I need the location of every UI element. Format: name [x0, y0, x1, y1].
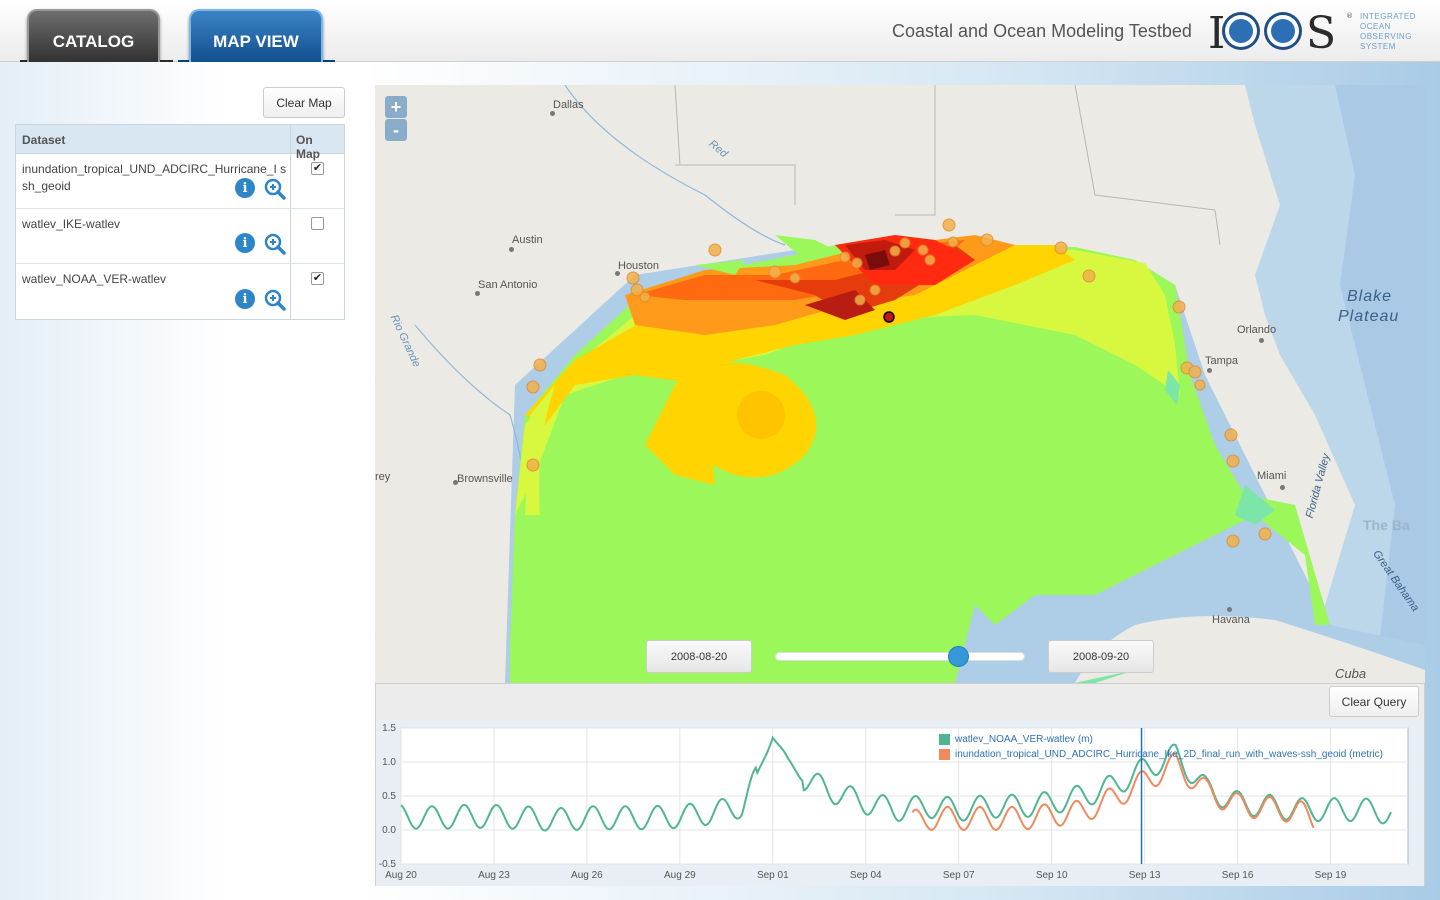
on-map-checkbox[interactable]: ✔ — [311, 162, 324, 175]
x-tick-label: Aug 29 — [664, 870, 696, 881]
svg-text:®: ® — [1346, 12, 1353, 20]
site-title: Coastal and Ocean Modeling Testbed — [892, 21, 1192, 41]
dataset-name: watlev_IKE-watlev — [22, 217, 121, 231]
info-icon[interactable]: i — [235, 233, 255, 253]
map-view[interactable]: + - Dallas Red Austin Houston San Antoni… — [375, 85, 1425, 683]
x-tick-label: Sep 19 — [1315, 870, 1347, 881]
tab-catalog[interactable]: CATALOG — [27, 9, 160, 67]
time-end-box[interactable]: 2008-09-20 — [1048, 640, 1154, 673]
map-label-plateau: Plateau — [1338, 308, 1400, 325]
map-label-dallas: Dallas — [553, 99, 584, 111]
x-tick-label: Sep 04 — [850, 870, 882, 881]
map-canvas — [414, 85, 1425, 683]
map-label-san-antonio: San Antonio — [478, 279, 538, 291]
y-tick-label: 0.5 — [382, 791, 396, 802]
map-label-the-bahamas: The Ba — [1363, 517, 1410, 533]
zoom-in-button[interactable]: + — [385, 96, 407, 118]
zoom-out-button[interactable]: - — [385, 119, 407, 141]
city-dot — [550, 111, 555, 116]
column-header-dataset[interactable]: Dataset — [16, 125, 291, 153]
map-label-blake: Blake — [1347, 288, 1393, 305]
on-map-checkbox[interactable]: ✔ — [311, 272, 324, 285]
city-dot — [475, 291, 480, 296]
map-label-brownsville: Brownsville — [457, 473, 513, 485]
info-icon[interactable]: i — [235, 289, 255, 309]
legend-label: inundation_tropical_UND_ADCIRC_Hurricane… — [955, 749, 1383, 760]
dataset-table-header: Dataset On Map — [16, 125, 344, 161]
city-dot — [509, 247, 514, 252]
y-tick-label: 1.5 — [382, 723, 396, 734]
ioos-logo-text: INTEGRATED OCEAN OBSERVING SYSTEM — [1360, 12, 1416, 51]
map-label-cuba: Cuba — [1335, 666, 1367, 681]
dataset-row: watlev_IKE-watlev i — [16, 209, 344, 264]
info-icon[interactable]: i — [235, 178, 255, 198]
y-tick-label: 1.0 — [382, 757, 396, 768]
clear-query-button[interactable]: Clear Query — [1329, 686, 1419, 717]
dataset-table: Dataset On Map inundation_tropical_UND_A… — [15, 124, 345, 320]
y-tick-label: -0.5 — [379, 859, 397, 870]
x-tick-label: Sep 07 — [943, 870, 975, 881]
clear-map-button[interactable]: Clear Map — [263, 87, 345, 118]
legend-swatch — [939, 734, 950, 745]
tab-map-view[interactable]: MAP VIEW — [189, 9, 323, 67]
dataset-name: watlev_NOAA_VER-watlev — [22, 272, 167, 286]
svg-text:S: S — [1306, 8, 1336, 54]
timeseries-chart: Aug 20 Aug 23 Aug 26 Aug 29 Sep 01 Sep 04 Sep … — [376, 720, 1424, 886]
x-tick-label: Aug 26 — [571, 870, 603, 881]
x-tick-label: Sep 10 — [1036, 870, 1068, 881]
time-start-box[interactable]: 2008-08-20 — [646, 640, 752, 673]
time-slider-track[interactable] — [775, 652, 1025, 661]
x-tick-label: Sep 13 — [1129, 870, 1161, 881]
x-tick-label: Aug 20 — [385, 870, 417, 881]
ioos-logo: I S ® — [1208, 8, 1353, 54]
city-dot — [1227, 607, 1232, 612]
chart-svg: Aug 20 Aug 23 Aug 26 Aug 29 Sep 01 Sep 04 Sep … — [379, 723, 1409, 881]
city-dot — [1207, 368, 1212, 373]
zoom-to-icon[interactable] — [264, 289, 286, 311]
zoom-to-icon[interactable] — [264, 178, 286, 200]
map-label-havana: Havana — [1212, 614, 1250, 626]
zoom-to-icon[interactable] — [264, 233, 286, 255]
map-label-rey: rey — [375, 471, 391, 483]
y-tick-label: 0.0 — [382, 825, 396, 836]
legend-item: inundation_tropical_UND_ADCIRC_Hurricane… — [939, 749, 1383, 760]
city-dot — [1280, 485, 1285, 490]
map-label-orlando: Orlando — [1237, 324, 1277, 336]
x-tick-label: Sep 01 — [757, 870, 789, 881]
dataset-row: watlev_NOAA_VER-watlev i ✔ — [16, 264, 344, 319]
on-map-checkbox[interactable] — [311, 217, 324, 230]
x-tick-label: Aug 23 — [478, 870, 510, 881]
query-panel: Clear Query Aug 20 Aug 23 Aug 26 Aug 29 Sep … — [375, 683, 1425, 886]
map-label-tampa: Tampa — [1205, 355, 1239, 367]
x-tick-label: Sep 16 — [1222, 870, 1254, 881]
map-label-miami: Miami — [1257, 470, 1287, 482]
legend-label: watlev_NOAA_VER-watlev (m) — [955, 734, 1093, 745]
legend-swatch — [939, 749, 950, 760]
dataset-row: inundation_tropical_UND_ADCIRC_Hurricane… — [16, 154, 344, 209]
map-label-houston: Houston — [618, 260, 659, 272]
time-slider-handle[interactable] — [948, 646, 969, 667]
legend-item: watlev_NOAA_VER-watlev (m) — [939, 734, 1093, 745]
map-label-austin: Austin — [512, 234, 543, 246]
city-dot — [1259, 338, 1264, 343]
column-header-on-map[interactable]: On Map — [291, 125, 344, 161]
app-header: CATALOG MAP VIEW Coastal and Ocean Model… — [0, 0, 1440, 67]
